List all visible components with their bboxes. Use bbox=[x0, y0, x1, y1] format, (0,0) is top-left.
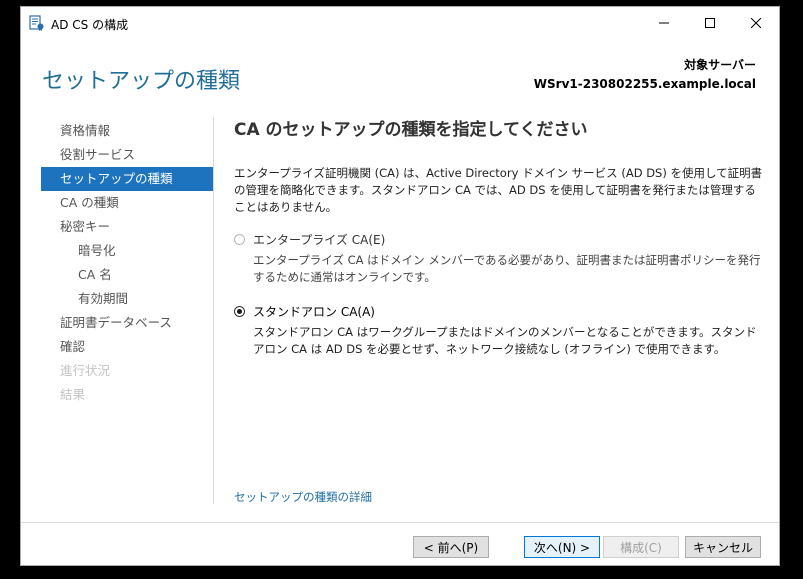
nav-item-setup-type[interactable]: セットアップの種類 bbox=[41, 167, 213, 191]
next-button[interactable]: 次へ(N) > bbox=[524, 536, 600, 558]
enterprise-ca-radio[interactable] bbox=[234, 233, 245, 245]
standalone-ca-radio-row[interactable]: スタンドアロン CA(A) bbox=[234, 302, 764, 320]
nav-item-role-services[interactable]: 役割サービス bbox=[41, 143, 213, 167]
radio-selected-dot bbox=[237, 308, 242, 314]
setup-type-more-info-link[interactable]: セットアップの種類の詳細 bbox=[234, 489, 372, 505]
nav-item-ca-type[interactable]: CA の種類 bbox=[41, 191, 213, 215]
cancel-button[interactable]: キャンセル bbox=[685, 536, 761, 558]
nav-item-cryptography[interactable]: 暗号化 bbox=[41, 239, 213, 263]
standalone-ca-description: スタンドアロン CA はワークグループまたはドメインのメンバーとなることができま… bbox=[253, 325, 757, 356]
title-bar[interactable]: AD CS の構成 bbox=[21, 7, 779, 38]
adcs-config-window: AD CS の構成 セットアップの種類 対象サーバー WSrv1-2308022… bbox=[20, 6, 780, 566]
minimize-icon bbox=[659, 22, 669, 23]
configure-button: 構成(C) bbox=[603, 536, 679, 558]
content-title: CA のセットアップの種類を指定してください bbox=[234, 120, 588, 140]
enterprise-ca-label: エンタープライズ CA(E) bbox=[253, 232, 386, 247]
nav-item-private-key[interactable]: 秘密キー bbox=[41, 215, 213, 239]
nav-item-ca-name[interactable]: CA 名 bbox=[41, 263, 213, 287]
nav-divider bbox=[213, 117, 214, 504]
adcs-app-icon bbox=[29, 15, 45, 31]
nav-item-progress: 進行状況 bbox=[60, 363, 111, 378]
window-title: AD CS の構成 bbox=[51, 18, 129, 32]
target-server-label: 対象サーバー bbox=[684, 58, 756, 72]
minimize-button[interactable] bbox=[641, 7, 687, 38]
nav-item-certificate-database[interactable]: 証明書データベース bbox=[41, 311, 213, 335]
content-pane: CA のセットアップの種類を指定してください エンタープライズ証明機関 (CA)… bbox=[234, 119, 764, 358]
nav-item-validity-period[interactable]: 有効期間 bbox=[41, 287, 213, 311]
previous-button[interactable]: < 前へ(P) bbox=[413, 536, 489, 558]
content-description: エンタープライズ証明機関 (CA) は、Active Directory ドメイ… bbox=[234, 166, 763, 214]
enterprise-ca-description: エンタープライズ CA はドメイン メンバーである必要があり、証明書または証明書… bbox=[253, 253, 761, 284]
page-title: セットアップの種類 bbox=[42, 69, 241, 94]
option-standalone-ca: スタンドアロン CA(A) スタンドアロン CA はワークグループまたはドメイン… bbox=[234, 302, 764, 358]
maximize-button[interactable] bbox=[687, 7, 733, 38]
standalone-ca-label: スタンドアロン CA(A) bbox=[253, 304, 375, 319]
enterprise-ca-radio-row[interactable]: エンタープライズ CA(E) bbox=[234, 230, 764, 248]
close-button[interactable] bbox=[733, 7, 779, 38]
wizard-nav: 資格情報 役割サービス セットアップの種類 CA の種類 秘密キー 暗号化 CA… bbox=[41, 119, 213, 407]
nav-item-confirmation[interactable]: 確認 bbox=[41, 335, 213, 359]
footer-divider bbox=[21, 522, 779, 523]
nav-item-credentials[interactable]: 資格情報 bbox=[41, 119, 213, 143]
option-enterprise-ca: エンタープライズ CA(E) エンタープライズ CA はドメイン メンバーである… bbox=[234, 230, 764, 286]
target-server-name: WSrv1-230802255.example.local bbox=[533, 77, 756, 91]
standalone-ca-radio[interactable] bbox=[234, 305, 245, 317]
close-icon bbox=[751, 17, 761, 28]
nav-item-results: 結果 bbox=[60, 387, 86, 402]
maximize-icon bbox=[705, 17, 715, 28]
